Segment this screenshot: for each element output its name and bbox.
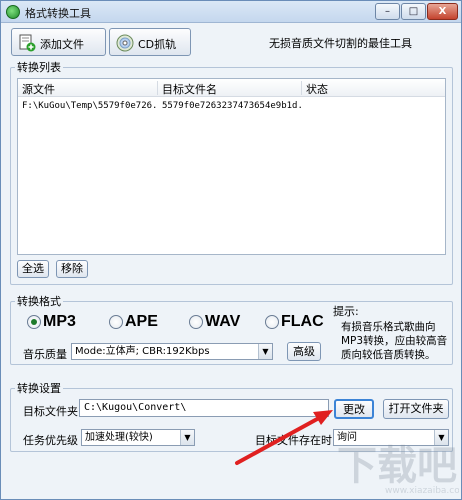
- row-target: 5579f0e7263237473654e9b1d...: [162, 101, 302, 111]
- chevron-down-icon: ▼: [258, 344, 272, 359]
- format-group-title: 转换格式: [15, 293, 63, 309]
- column-status[interactable]: 状态: [302, 81, 445, 96]
- target-folder-field[interactable]: C:\Kugou\Convert\: [79, 399, 329, 417]
- column-source[interactable]: 源文件: [18, 81, 158, 96]
- quality-label: 音乐质量: [23, 348, 67, 361]
- add-file-button[interactable]: 添加文件: [11, 28, 106, 56]
- slogan-text: 无损音质文件切割的最佳工具: [269, 37, 412, 50]
- radio-flac-label: FLAC: [281, 313, 324, 330]
- format-hint: 提示: 有损音乐格式歌曲向MP3转换，应由较高音质向较低音质转换。: [333, 303, 449, 362]
- target-folder-label: 目标文件夹: [23, 405, 78, 418]
- priority-label: 任务优先级: [23, 434, 78, 447]
- table-row[interactable]: F:\KuGou\Temp\5579f0e726... 5579f0e72632…: [18, 99, 445, 115]
- svg-text:www.xiazaiba.com: www.xiazaiba.com: [385, 486, 459, 496]
- add-file-icon: [19, 34, 36, 52]
- advanced-button[interactable]: 高级: [287, 342, 321, 361]
- cd-rip-button[interactable]: CD抓轨: [109, 28, 191, 56]
- radio-ape-dot: [109, 315, 123, 329]
- radio-wav-label: WAV: [205, 313, 241, 330]
- radio-mp3-dot: [27, 315, 41, 329]
- hint-text: 有损音乐格式歌曲向MP3转换，应由较高音质向较低音质转换。: [341, 321, 448, 361]
- change-button[interactable]: 更改: [334, 399, 374, 419]
- hint-title: 提示:: [333, 305, 359, 318]
- priority-value: 加速处理(较快): [85, 432, 153, 443]
- radio-flac-dot: [265, 315, 279, 329]
- priority-select[interactable]: 加速处理(较快) ▼: [81, 429, 195, 446]
- svg-text:下载吧: 下载吧: [337, 443, 457, 489]
- select-all-button[interactable]: 全选: [17, 260, 49, 278]
- radio-mp3-label: MP3: [43, 313, 76, 330]
- minimize-button[interactable]: –: [375, 3, 400, 20]
- app-window: 格式转换工具 – □ X 添加文件 CD抓轨 无损音质文件切割的最佳工具 转换列…: [0, 0, 462, 500]
- settings-group-title: 转换设置: [15, 380, 63, 396]
- file-exists-label: 目标文件存在时: [255, 434, 332, 447]
- cd-rip-label: CD抓轨: [138, 38, 177, 51]
- file-list[interactable]: 源文件 目标文件名 状态 F:\KuGou\Temp\5579f0e726...…: [17, 78, 446, 255]
- app-icon: [6, 5, 20, 19]
- watermark-logo: 下载吧 www.xiazaiba.com: [337, 443, 459, 496]
- add-file-label: 添加文件: [40, 38, 84, 51]
- cd-icon: [116, 34, 134, 52]
- conversion-list-title: 转换列表: [15, 59, 63, 75]
- radio-ape-label: APE: [125, 313, 158, 330]
- quality-select[interactable]: Mode:立体声; CBR:192Kbps ▼: [71, 343, 273, 360]
- column-target[interactable]: 目标文件名: [158, 81, 302, 96]
- file-list-header: 源文件 目标文件名 状态: [18, 79, 445, 97]
- window-title: 格式转换工具: [25, 7, 91, 20]
- title-bar: 格式转换工具 – □ X: [1, 1, 461, 23]
- remove-button[interactable]: 移除: [56, 260, 88, 278]
- row-source: F:\KuGou\Temp\5579f0e726...: [22, 101, 158, 111]
- open-folder-button[interactable]: 打开文件夹: [383, 399, 449, 419]
- close-button[interactable]: X: [427, 3, 458, 20]
- quality-value: Mode:立体声; CBR:192Kbps: [75, 346, 210, 357]
- radio-wav-dot: [189, 315, 203, 329]
- maximize-button[interactable]: □: [401, 3, 426, 20]
- chevron-down-icon: ▼: [180, 430, 194, 445]
